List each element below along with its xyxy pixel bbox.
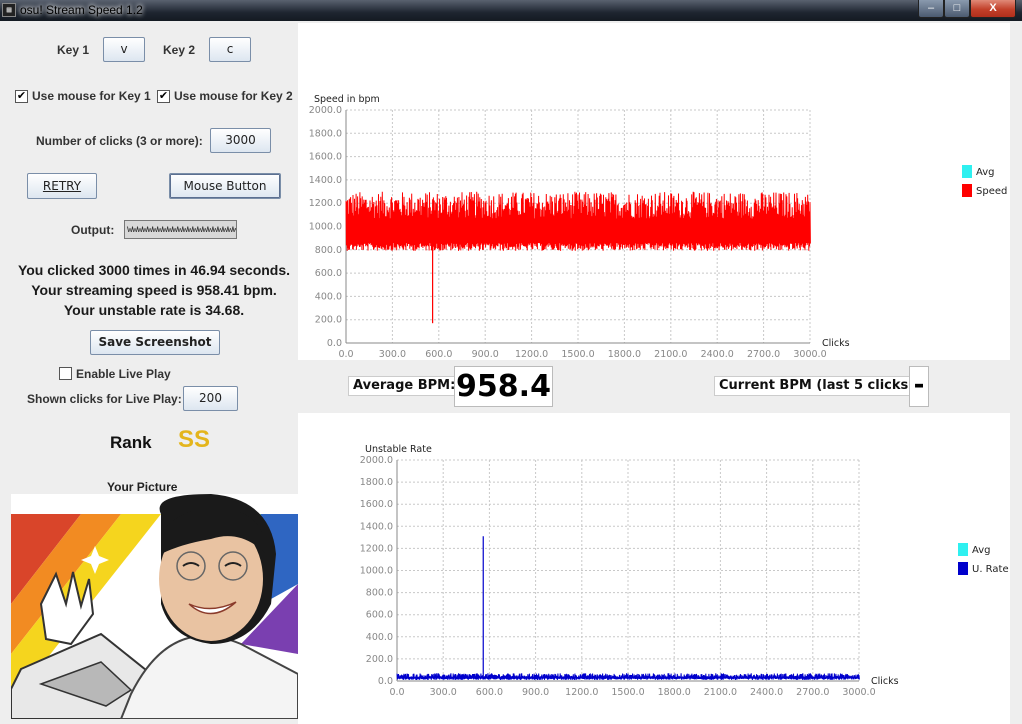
x-tick-label: 300.0 [430, 687, 457, 698]
osu-icon: ▦ [2, 3, 16, 17]
picture-label: Your Picture [107, 480, 178, 494]
x-tick-label: 1500.0 [561, 349, 594, 360]
x-tick-label: 1200.0 [515, 349, 548, 360]
x-tick-label: 2400.0 [750, 687, 783, 698]
y-tick-label: 400.0 [315, 291, 342, 302]
rank-label: Rank [110, 433, 152, 452]
y-tick-label: 1600.0 [309, 152, 342, 163]
x-tick-label: 2700.0 [747, 349, 780, 360]
x-tick-label: 2100.0 [654, 349, 687, 360]
legend-label: U. Rate [972, 564, 1009, 575]
x-tick-label: 600.0 [476, 687, 503, 698]
y-tick-label: 1200.0 [309, 198, 342, 209]
title-bar: ▦ osu! Stream Speed 1.2 – □ X [0, 0, 1022, 21]
y-axis-label: Unstable Rate [365, 444, 432, 455]
y-tick-label: 2000.0 [360, 455, 393, 466]
enable-live-play-checkbox[interactable] [59, 367, 72, 380]
x-tick-label: 600.0 [425, 349, 452, 360]
result-unstable-rate: Your unstable rate is 34.68. [63, 302, 245, 318]
series-line-u-rate [396, 673, 860, 681]
maximize-button[interactable]: □ [944, 0, 970, 18]
x-tick-label: 1500.0 [611, 687, 644, 698]
mouse-button[interactable]: Mouse Button [169, 173, 281, 199]
mouse-key1-label: Use mouse for Key 1 [32, 89, 151, 103]
series-line-speed [345, 191, 811, 251]
y-tick-label: 400.0 [366, 632, 393, 643]
speed-chart: 0.0 200.0 400.0 600.0 800.0 1000.0 1200.0 1400.… [309, 94, 1008, 360]
current-bpm-label: Current BPM (last 5 clicks): [714, 376, 925, 396]
key1-label: Key 1 [57, 43, 90, 57]
legend-label: Avg [976, 167, 995, 178]
legend-swatch [962, 184, 972, 197]
result-speed: Your streaming speed is 958.41 bpm. [31, 282, 277, 298]
current-bpm-value: - [909, 366, 929, 407]
y-tick-label: 800.0 [315, 245, 342, 256]
y-tick-label: 200.0 [315, 315, 342, 326]
y-tick-label: 1800.0 [360, 477, 393, 488]
x-axis-label: Clicks [871, 676, 899, 687]
user-picture [11, 494, 298, 719]
y-tick-label: 200.0 [366, 654, 393, 665]
y-tick-label: 600.0 [315, 268, 342, 279]
x-tick-label: 0.0 [338, 349, 353, 360]
x-tick-label: 2700.0 [796, 687, 829, 698]
save-screenshot-button[interactable]: Save Screenshot [90, 330, 220, 355]
retry-button[interactable]: RETRY [27, 173, 97, 199]
x-tick-label: 900.0 [522, 687, 549, 698]
unstable-rate-chart-panel: 0.0 200.0 400.0 600.0 800.0 1000.0 1200.0 1400.… [298, 413, 1010, 724]
close-button[interactable]: X [970, 0, 1016, 18]
x-tick-label: 2400.0 [701, 349, 734, 360]
x-axis-label: Clicks [822, 338, 850, 349]
y-tick-label: 1400.0 [360, 521, 393, 532]
legend-label: Speed [976, 186, 1007, 197]
legend-swatch [958, 562, 968, 575]
x-tick-label: 1200.0 [565, 687, 598, 698]
y-tick-label: 600.0 [366, 610, 393, 621]
y-tick-label: 2000.0 [309, 105, 342, 116]
y-tick-label: 800.0 [366, 588, 393, 599]
y-tick-label: 1200.0 [360, 543, 393, 554]
window-title: osu! Stream Speed 1.2 [20, 3, 143, 17]
y-tick-label: 1000.0 [309, 222, 342, 233]
x-tick-label: 900.0 [472, 349, 499, 360]
clicks-label: Number of clicks (3 or more): [36, 134, 203, 148]
key2-button[interactable]: c [209, 37, 251, 62]
mouse-key1-checkbox[interactable]: ✔ [15, 90, 28, 103]
enable-live-play-label: Enable Live Play [76, 367, 171, 381]
y-tick-label: 1000.0 [360, 566, 393, 577]
x-tick-label: 1800.0 [608, 349, 641, 360]
shown-clicks-label: Shown clicks for Live Play: [27, 392, 182, 406]
key2-label: Key 2 [163, 43, 196, 57]
clicks-input[interactable]: 3000 [210, 128, 271, 153]
legend-swatch [962, 165, 972, 178]
minimize-button[interactable]: – [918, 0, 944, 18]
x-tick-label: 3000.0 [842, 687, 875, 698]
mouse-key2-label: Use mouse for Key 2 [174, 89, 293, 103]
result-clicks: You clicked 3000 times in 46.94 seconds. [17, 262, 291, 278]
x-tick-label: 0.0 [389, 687, 404, 698]
x-tick-label: 300.0 [379, 349, 406, 360]
picture-illustration [11, 494, 298, 719]
shown-clicks-input[interactable]: 200 [183, 386, 238, 411]
legend-swatch [958, 543, 968, 556]
x-tick-label: 2100.0 [704, 687, 737, 698]
output-field: wwwwwwwwwwwwwwwwwwwwwwwwwwwwwwwwwwwwwww [124, 220, 237, 239]
unstable-rate-chart: 0.0 200.0 400.0 600.0 800.0 1000.0 1200.0 1400.… [360, 444, 1009, 698]
rank-value: SS [178, 426, 211, 453]
x-tick-label: 1800.0 [658, 687, 691, 698]
mouse-key2-checkbox[interactable]: ✔ [157, 90, 170, 103]
y-tick-label: 0.0 [378, 676, 393, 687]
output-label: Output: [71, 223, 115, 237]
y-axis-label: Speed in bpm [314, 94, 380, 105]
y-tick-label: 1400.0 [309, 175, 342, 186]
key1-button[interactable]: v [103, 37, 145, 62]
average-bpm-label: Average BPM: [348, 376, 461, 396]
x-tick-label: 3000.0 [793, 349, 826, 360]
legend-label: Avg [972, 545, 991, 556]
y-tick-label: 0.0 [327, 338, 342, 349]
y-tick-label: 1600.0 [360, 499, 393, 510]
speed-chart-panel: 0.0 200.0 400.0 600.0 800.0 1000.0 1200.0 1400.… [298, 23, 1010, 360]
average-bpm-value: 958.4 [454, 366, 553, 407]
y-tick-label: 1800.0 [309, 128, 342, 139]
